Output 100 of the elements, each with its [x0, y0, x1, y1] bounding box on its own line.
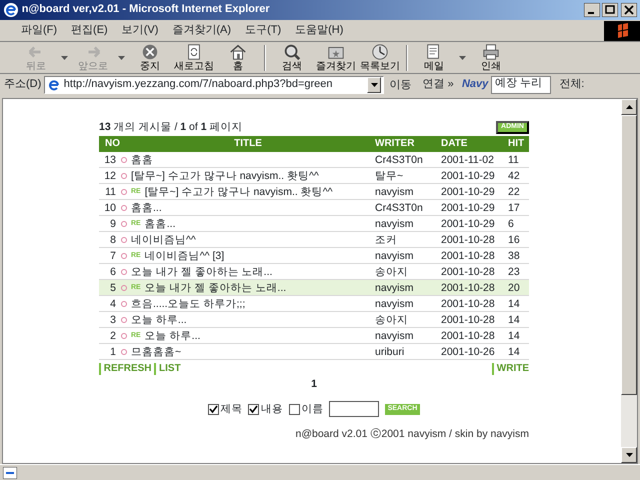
caret-icon[interactable]	[459, 56, 466, 60]
table-row[interactable]: 3 오늘 하루... 송아지 2001-10-28 14	[99, 312, 529, 328]
table-row[interactable]: 10 홈홈... Cr4S3T0n 2001-10-29 17	[99, 200, 529, 216]
writer-cell-text: Cr4S3T0n	[375, 201, 424, 216]
row-number: 6	[109, 265, 117, 280]
circle-icon	[121, 172, 127, 179]
checkbox-icon	[288, 404, 300, 415]
row-number: 7	[109, 249, 117, 264]
circle-icon	[121, 268, 127, 275]
date-cell-text: 2001-10-28	[441, 297, 496, 312]
writer-cell-text: navyism	[375, 329, 415, 344]
printer-icon	[481, 42, 501, 60]
scroll-thumb[interactable]	[621, 115, 637, 395]
circle-icon	[121, 316, 127, 323]
row-number: 5	[109, 281, 117, 296]
hit-cell-text: 14	[507, 313, 521, 328]
table-row[interactable]: 1 므홈홈홈~ uriburi 2001-10-26 14	[99, 344, 529, 360]
row-number: 11	[104, 185, 117, 200]
toolbar-button[interactable]: 메일	[412, 42, 456, 72]
menu-item[interactable]: 즐겨찾기(A)	[165, 24, 238, 38]
hit-cell-text: 6	[507, 217, 515, 232]
post-title-link[interactable]: 오늘 내가 젤 좋아하는 노래...	[144, 280, 286, 296]
post-title-link[interactable]: 오늘 내가 젤 좋아하는 노래...	[131, 264, 272, 280]
writer-cell-text: uriburi	[375, 345, 406, 360]
post-title-link[interactable]: 오늘 하루...	[131, 312, 187, 328]
scroll-down-button[interactable]	[621, 447, 637, 463]
toolbar-button[interactable]: 홈	[216, 42, 260, 72]
site-search-field[interactable]: 예장 누리	[491, 76, 552, 94]
hit-cell-text: 14	[507, 329, 521, 344]
window-title: n@board ver,v2.01 - Microsoft Internet Explorer	[22, 3, 271, 17]
post-title-link[interactable]: 오늘 하루...	[144, 328, 200, 344]
column-header: DATE	[441, 137, 468, 152]
menu-item[interactable]: 도움말(H)	[288, 24, 350, 38]
all-label: 전체:	[559, 78, 584, 92]
minimize-icon	[584, 3, 600, 17]
circle-icon	[121, 300, 127, 307]
address-field[interactable]: http://navyism.yezzang.com/7/naboard.php3?bd=green	[44, 76, 384, 94]
circle-icon	[121, 348, 127, 355]
post-title-link[interactable]: 네이비즘님^^	[131, 232, 196, 248]
row-number: 4	[109, 297, 117, 312]
circle-icon	[121, 220, 127, 227]
hit-cell-text: 22	[507, 185, 521, 200]
post-title-link[interactable]: [탈무~] 수고가 많구나 navyism.. 홧팅^^	[144, 184, 333, 200]
arrow-down-icon	[626, 453, 632, 457]
post-title-link[interactable]: 네이비즘님^^ [3]	[144, 248, 224, 264]
table-row[interactable]: 12 [탈무~] 수고가 많구나 navyism.. 홧팅^^ 탈무~ 2001-10-29 42	[99, 168, 529, 184]
post-title-link[interactable]: 므홈홈홈~	[131, 344, 182, 360]
toolbar-button[interactable]: 새로고침	[172, 42, 216, 72]
dropdown-button[interactable]	[367, 77, 382, 93]
page-icon	[47, 78, 62, 92]
circle-icon	[121, 252, 127, 259]
maximize-icon	[602, 3, 618, 17]
table-row[interactable]: 13 홈홈 Cr4S3T0n 2001-11-02 11	[99, 152, 529, 168]
writer-cell-text: navyism	[375, 249, 415, 264]
column-header: HIT	[507, 137, 526, 152]
post-title-link[interactable]: 흐음.....오늘도 하루가;;;	[131, 296, 246, 312]
date-cell-text: 2001-10-28	[441, 249, 496, 264]
links-button[interactable]: 연결 »	[422, 78, 454, 92]
writer-cell-text: 송아지	[375, 265, 409, 280]
close-icon	[621, 3, 637, 17]
search-checkbox[interactable]: 제목	[208, 403, 243, 416]
toolbar-button[interactable]: 검색	[270, 42, 314, 72]
hit-cell-text: 42	[507, 169, 521, 184]
post-title-link[interactable]: [탈무~] 수고가 많구나 navyism.. 홧팅^^	[131, 168, 319, 184]
date-cell-text: 2001-10-26	[441, 345, 496, 360]
address-label: 주소(D)	[4, 78, 42, 92]
menu-item[interactable]: 파일(F)	[14, 24, 64, 38]
search-checkbox[interactable]: 내용	[248, 403, 284, 416]
post-title-link[interactable]: 홈홈...	[131, 200, 162, 216]
date-cell-text: 2001-10-28	[441, 313, 496, 328]
page-number[interactable]: 1	[311, 378, 317, 390]
toolbar-button[interactable]: 즐겨찾기	[314, 42, 358, 72]
search-field[interactable]	[329, 401, 380, 418]
date-cell-text: 2001-10-29	[441, 185, 496, 200]
go-button[interactable]: 이동	[386, 76, 414, 94]
date-cell-text: 2001-10-29	[441, 201, 496, 216]
checked-checkbox-icon	[208, 404, 219, 415]
scroll-up-button[interactable]	[621, 99, 637, 115]
circle-icon	[121, 284, 127, 291]
toolbar-button[interactable]: 목록보기	[358, 42, 402, 72]
circle-icon	[121, 188, 127, 195]
date-cell-text: 2001-10-28	[441, 329, 496, 344]
caret-icon	[370, 83, 378, 87]
menu-item[interactable]: 도구(T)	[238, 24, 288, 38]
search-checkbox[interactable]: 이름	[288, 403, 324, 416]
table-row[interactable]: 8 네이비즘님^^ 조커 2001-10-28 16	[99, 232, 529, 248]
post-title-link[interactable]: 홈홈	[131, 152, 153, 168]
menu-item[interactable]: 편집(E)	[64, 24, 115, 38]
toolbar-button[interactable]: 중지	[128, 42, 172, 72]
writer-cell-text: 송아지	[375, 313, 409, 328]
hit-cell-text: 20	[507, 281, 521, 296]
table-row[interactable]: 4 흐음.....오늘도 하루가;;; navyism 2001-10-28 14	[99, 296, 529, 312]
hit-cell-text: 14	[507, 297, 521, 312]
post-title-link[interactable]: 홈홈...	[144, 216, 176, 232]
checked-checkbox-icon	[248, 404, 260, 415]
menu-item[interactable]: 보기(V)	[114, 24, 166, 38]
stop-icon	[140, 42, 160, 60]
toolbar-button[interactable]: 인쇄	[469, 42, 513, 72]
scrollbar[interactable]	[621, 99, 637, 463]
date-cell-text: 2001-10-29	[441, 169, 496, 184]
